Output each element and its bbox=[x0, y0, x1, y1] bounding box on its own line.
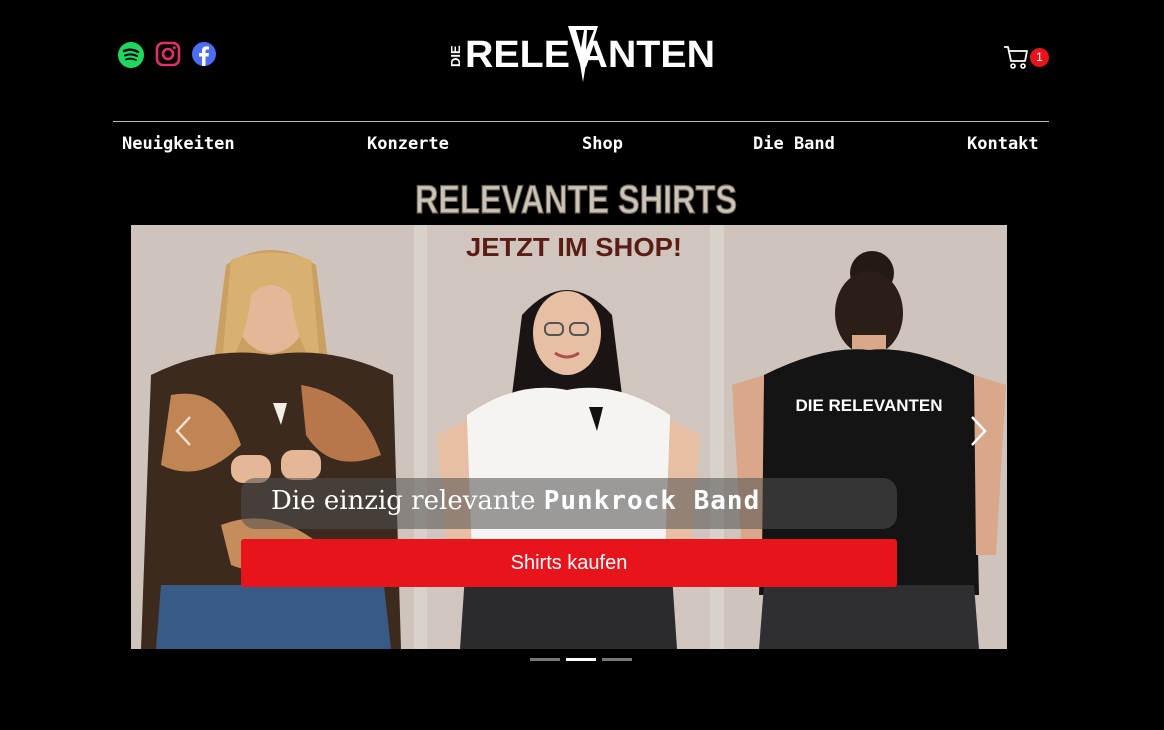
promo-subtitle: JETZT IM SHOP! bbox=[466, 232, 682, 262]
nav-item-neuigkeiten[interactable]: Neuigkeiten bbox=[122, 134, 235, 154]
nav-item-konzerte[interactable]: Konzerte bbox=[367, 134, 449, 154]
facebook-icon[interactable] bbox=[191, 41, 217, 67]
chevron-left-icon bbox=[175, 416, 191, 446]
caption-highlight: Punkrock Band bbox=[543, 486, 761, 516]
carousel-indicator-2[interactable] bbox=[566, 658, 596, 661]
nav-item-kontakt[interactable]: Kontakt bbox=[967, 134, 1039, 154]
nav-item-shop[interactable]: Shop bbox=[582, 134, 623, 154]
logo-die-text: DIE bbox=[448, 45, 463, 67]
nav-divider bbox=[113, 121, 1049, 122]
carousel-indicator-1[interactable] bbox=[530, 658, 560, 661]
social-links bbox=[117, 40, 217, 68]
carousel-caption: Die einzig relevante Punkrock Band bbox=[271, 486, 760, 516]
shirt-print-text: DIE RELEVANTEN bbox=[795, 396, 942, 415]
promo-title-text: RELEVANTE SHIRTS bbox=[415, 178, 737, 222]
main-nav: Neuigkeiten Konzerte Shop Die Band Konta… bbox=[113, 134, 1049, 158]
promo-subtitle-text: JETZT IM SHOP! bbox=[466, 232, 682, 262]
nav-item-die-band[interactable]: Die Band bbox=[753, 134, 835, 154]
carousel-next-button[interactable] bbox=[968, 413, 990, 449]
carousel-prev-button[interactable] bbox=[172, 413, 194, 449]
cart-icon bbox=[1004, 46, 1028, 69]
carousel-indicators bbox=[530, 658, 632, 661]
cart-button[interactable]: 1 bbox=[1003, 44, 1053, 72]
chevron-right-icon bbox=[971, 416, 987, 446]
promo-title: RELEVANTE SHIRTS bbox=[414, 177, 737, 222]
caption-prefix: Die einzig relevante bbox=[271, 486, 536, 516]
carousel-indicator-3[interactable] bbox=[602, 658, 632, 661]
spotify-icon[interactable] bbox=[117, 40, 145, 68]
cart-count-badge: 1 bbox=[1030, 48, 1049, 67]
band-logo[interactable]: DIE RELE ANTEN bbox=[446, 24, 716, 86]
instagram-icon[interactable] bbox=[155, 41, 181, 67]
shirts-kaufen-button[interactable]: Shirts kaufen bbox=[241, 539, 897, 587]
